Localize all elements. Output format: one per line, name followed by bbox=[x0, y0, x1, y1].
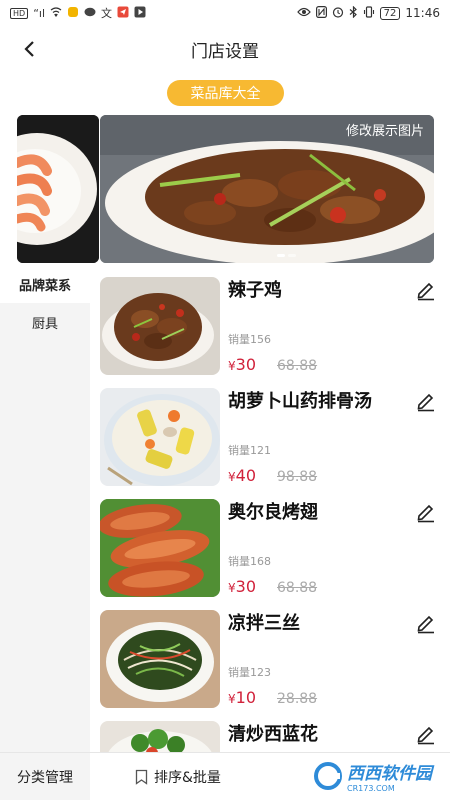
watermark-icon bbox=[314, 762, 342, 790]
carousel-dot[interactable] bbox=[288, 254, 296, 257]
sales-count: 销量123 bbox=[228, 666, 271, 679]
price: ¥30 bbox=[228, 355, 256, 374]
original-price: 68.88 bbox=[277, 580, 318, 596]
bluetooth-icon bbox=[349, 5, 358, 20]
sales-count: 销量156 bbox=[228, 333, 271, 346]
category-manage-button[interactable]: 分类管理 bbox=[0, 752, 90, 800]
watermark-subtext: CR173.COM bbox=[347, 784, 395, 793]
watermark-text: 西西软件园 bbox=[347, 764, 432, 784]
price: ¥30 bbox=[228, 577, 256, 596]
alarm-icon bbox=[332, 6, 344, 20]
dish-list[interactable]: 辣子鸡 销量156 ¥30 68.88 胡萝卜山药排骨汤 销量121 ¥40 9… bbox=[90, 265, 450, 752]
hd-icon: HD bbox=[10, 7, 29, 19]
currency-symbol: ¥ bbox=[228, 359, 236, 373]
status-bar: HD “ıl 文 72 11:46 bbox=[0, 0, 450, 26]
category-kitchenware[interactable]: 厨具 bbox=[0, 303, 90, 341]
currency-symbol: ¥ bbox=[228, 692, 236, 706]
list-item[interactable]: 凉拌三丝 销量123 ¥10 28.88 bbox=[100, 604, 445, 708]
dish-name: 清炒西蓝花 bbox=[228, 724, 318, 745]
list-item[interactable]: 辣子鸡 销量156 ¥30 68.88 bbox=[100, 271, 445, 375]
status-left: HD “ıl 文 bbox=[10, 6, 146, 20]
dish-image bbox=[100, 277, 220, 375]
carousel-dots bbox=[277, 254, 296, 257]
page-title: 门店设置 bbox=[191, 41, 259, 62]
banner-carousel[interactable]: 修改展示图片 bbox=[0, 115, 450, 263]
edit-icon[interactable] bbox=[415, 501, 437, 523]
sales-count: 销量168 bbox=[228, 555, 271, 568]
chevron-left-icon bbox=[24, 41, 34, 57]
list-item[interactable]: 奥尔良烤翅 销量168 ¥30 68.88 bbox=[100, 493, 445, 597]
edit-icon[interactable] bbox=[415, 390, 437, 412]
edit-icon[interactable] bbox=[415, 612, 437, 634]
original-price: 98.88 bbox=[277, 469, 318, 485]
shrimp-image bbox=[17, 115, 99, 263]
category-sidebar: 品牌菜系 厨具 bbox=[0, 265, 90, 752]
dish-image bbox=[100, 388, 220, 486]
translate-icon: 文 bbox=[101, 6, 112, 20]
category-brand-cuisine[interactable]: 品牌菜系 bbox=[0, 265, 90, 303]
dish-name: 凉拌三丝 bbox=[228, 613, 300, 634]
edit-display-photo-button[interactable]: 修改展示图片 bbox=[346, 120, 424, 139]
vibrate-icon bbox=[363, 6, 375, 20]
send-icon bbox=[117, 6, 129, 20]
dish-library-button[interactable]: 菜品库大全 bbox=[167, 80, 284, 106]
carousel-slide-main[interactable]: 修改展示图片 bbox=[100, 115, 434, 263]
watermark-logo: 西西软件园 CR173.COM bbox=[313, 759, 432, 793]
price-value: 40 bbox=[235, 466, 256, 485]
list-item[interactable]: 胡萝卜山药排骨汤 销量121 ¥40 98.88 bbox=[100, 382, 445, 486]
bookmark-icon bbox=[135, 769, 148, 785]
edit-icon[interactable] bbox=[415, 279, 437, 301]
price: ¥10 bbox=[228, 688, 256, 707]
price-value: 30 bbox=[235, 577, 256, 596]
edit-icon[interactable] bbox=[415, 723, 437, 745]
price-value: 10 bbox=[235, 688, 256, 707]
wifi-icon bbox=[50, 7, 62, 19]
dish-image bbox=[100, 499, 220, 597]
status-right: 72 11:46 bbox=[296, 5, 440, 20]
header: 门店设置 bbox=[0, 28, 450, 70]
price: ¥40 bbox=[228, 466, 256, 485]
dish-image bbox=[100, 721, 220, 752]
list-item[interactable]: 清炒西蓝花 bbox=[100, 715, 445, 752]
play-icon bbox=[134, 6, 146, 20]
battery-icon: 72 bbox=[379, 6, 401, 20]
dish-name: 胡萝卜山药排骨汤 bbox=[228, 391, 372, 412]
sort-batch-button[interactable]: 排序&批量 bbox=[135, 767, 221, 787]
carousel-dot[interactable] bbox=[277, 254, 285, 257]
app-icon bbox=[67, 6, 79, 20]
currency-symbol: ¥ bbox=[228, 581, 236, 595]
dish-name: 辣子鸡 bbox=[228, 280, 282, 301]
original-price: 68.88 bbox=[277, 358, 318, 374]
sort-batch-label: 排序&批量 bbox=[154, 769, 221, 786]
sales-count: 销量121 bbox=[228, 444, 271, 457]
dish-name: 奥尔良烤翅 bbox=[228, 502, 318, 523]
nfc-icon bbox=[315, 6, 327, 20]
bottom-bar: 分类管理 排序&批量 西西软件园 CR173.COM bbox=[0, 752, 450, 800]
clock: 11:46 bbox=[405, 6, 440, 20]
back-button[interactable] bbox=[14, 34, 44, 64]
currency-symbol: ¥ bbox=[228, 470, 236, 484]
carousel-slide-shrimp[interactable] bbox=[17, 115, 99, 263]
signal-icon: “ıl bbox=[33, 6, 45, 20]
eye-icon bbox=[296, 7, 311, 19]
dish-image bbox=[100, 610, 220, 708]
chat-icon bbox=[84, 7, 96, 20]
price-value: 30 bbox=[235, 355, 256, 374]
original-price: 28.88 bbox=[277, 691, 318, 707]
